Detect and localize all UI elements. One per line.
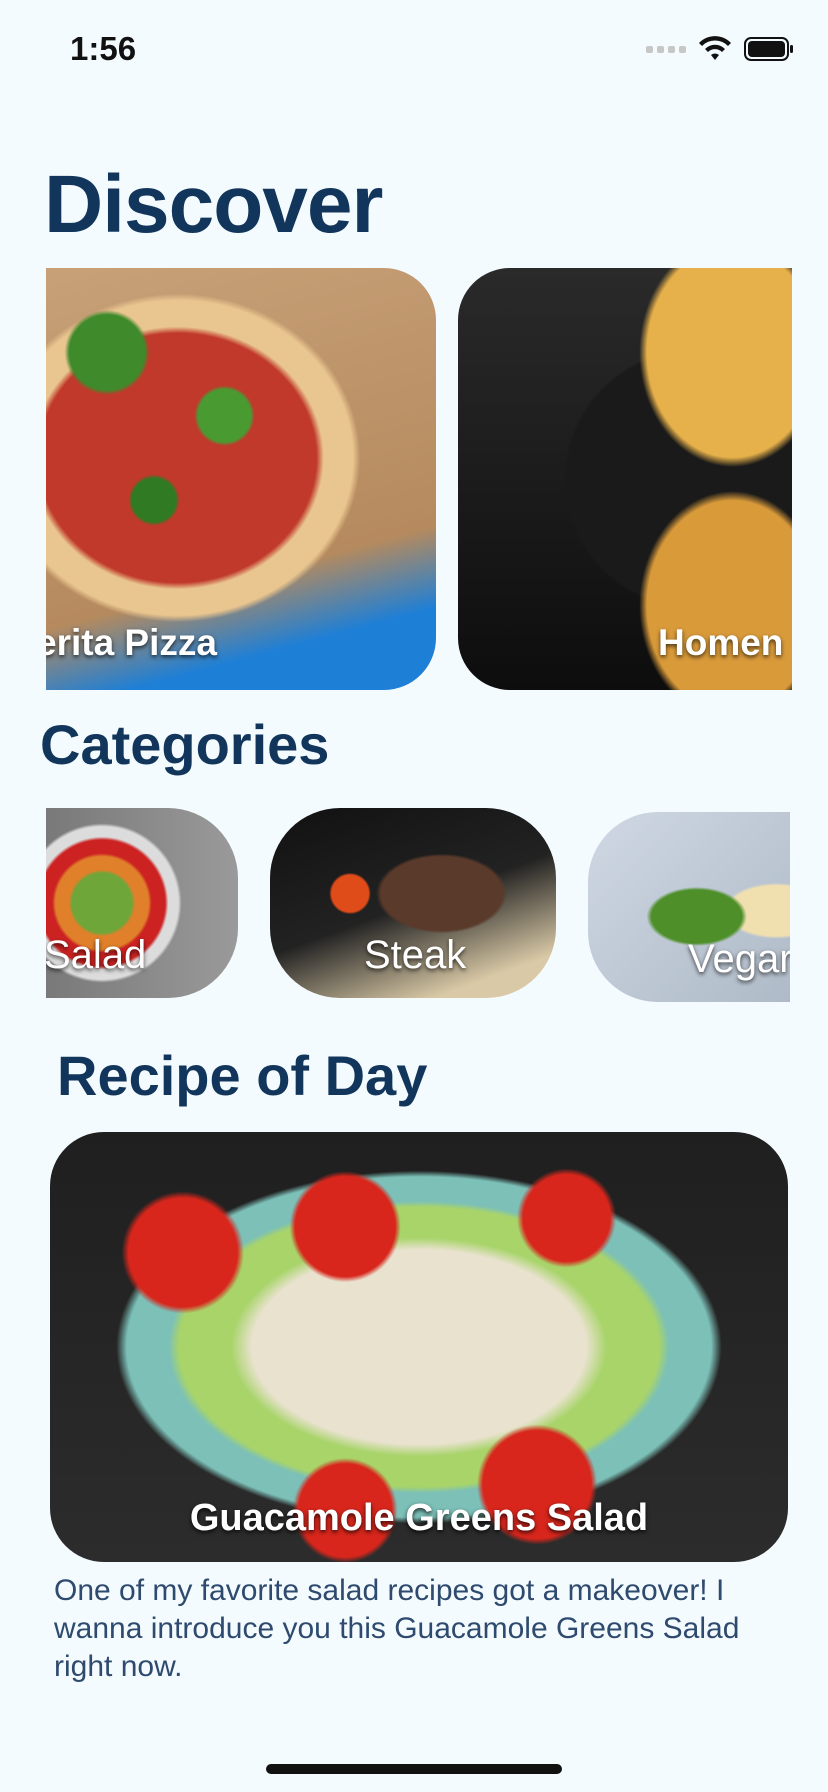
- category-label: Vegar: [688, 937, 790, 981]
- discover-card-margherita-pizza[interactable]: erita Pizza: [46, 268, 436, 690]
- categories-carousel[interactable]: Salad Steak Vegar: [46, 808, 790, 1004]
- screen: 1:56 Discover erita Pizza Homen Categori…: [0, 0, 828, 1792]
- recipe-of-day-title: Recipe of Day: [57, 1044, 428, 1107]
- wifi-icon: [699, 36, 731, 60]
- discover-carousel[interactable]: erita Pizza Homen: [46, 268, 792, 690]
- discover-card-label: erita Pizza: [46, 622, 217, 663]
- categories-title: Categories: [40, 713, 330, 776]
- category-label: Steak: [364, 933, 467, 977]
- discover-card-label: Homen: [658, 622, 784, 663]
- status-icons: [646, 36, 794, 62]
- category-steak[interactable]: Steak: [270, 808, 556, 998]
- discover-card-homemade-pizza[interactable]: Homen: [458, 268, 792, 690]
- recipe-of-day-card[interactable]: Guacamole Greens Salad: [50, 1132, 788, 1562]
- category-salad[interactable]: Salad: [46, 808, 238, 998]
- recipe-description: One of my favorite salad recipes got a m…: [54, 1574, 740, 1683]
- status-time: 1:56: [70, 30, 137, 67]
- home-indicator[interactable]: [266, 1764, 562, 1774]
- discover-title: Discover: [44, 159, 383, 250]
- recipe-name: Guacamole Greens Salad: [189, 1497, 649, 1539]
- battery-icon: [744, 37, 793, 61]
- signal-icon: [646, 45, 686, 53]
- category-label: Salad: [46, 933, 147, 977]
- category-vegan[interactable]: Vegar: [588, 812, 790, 1002]
